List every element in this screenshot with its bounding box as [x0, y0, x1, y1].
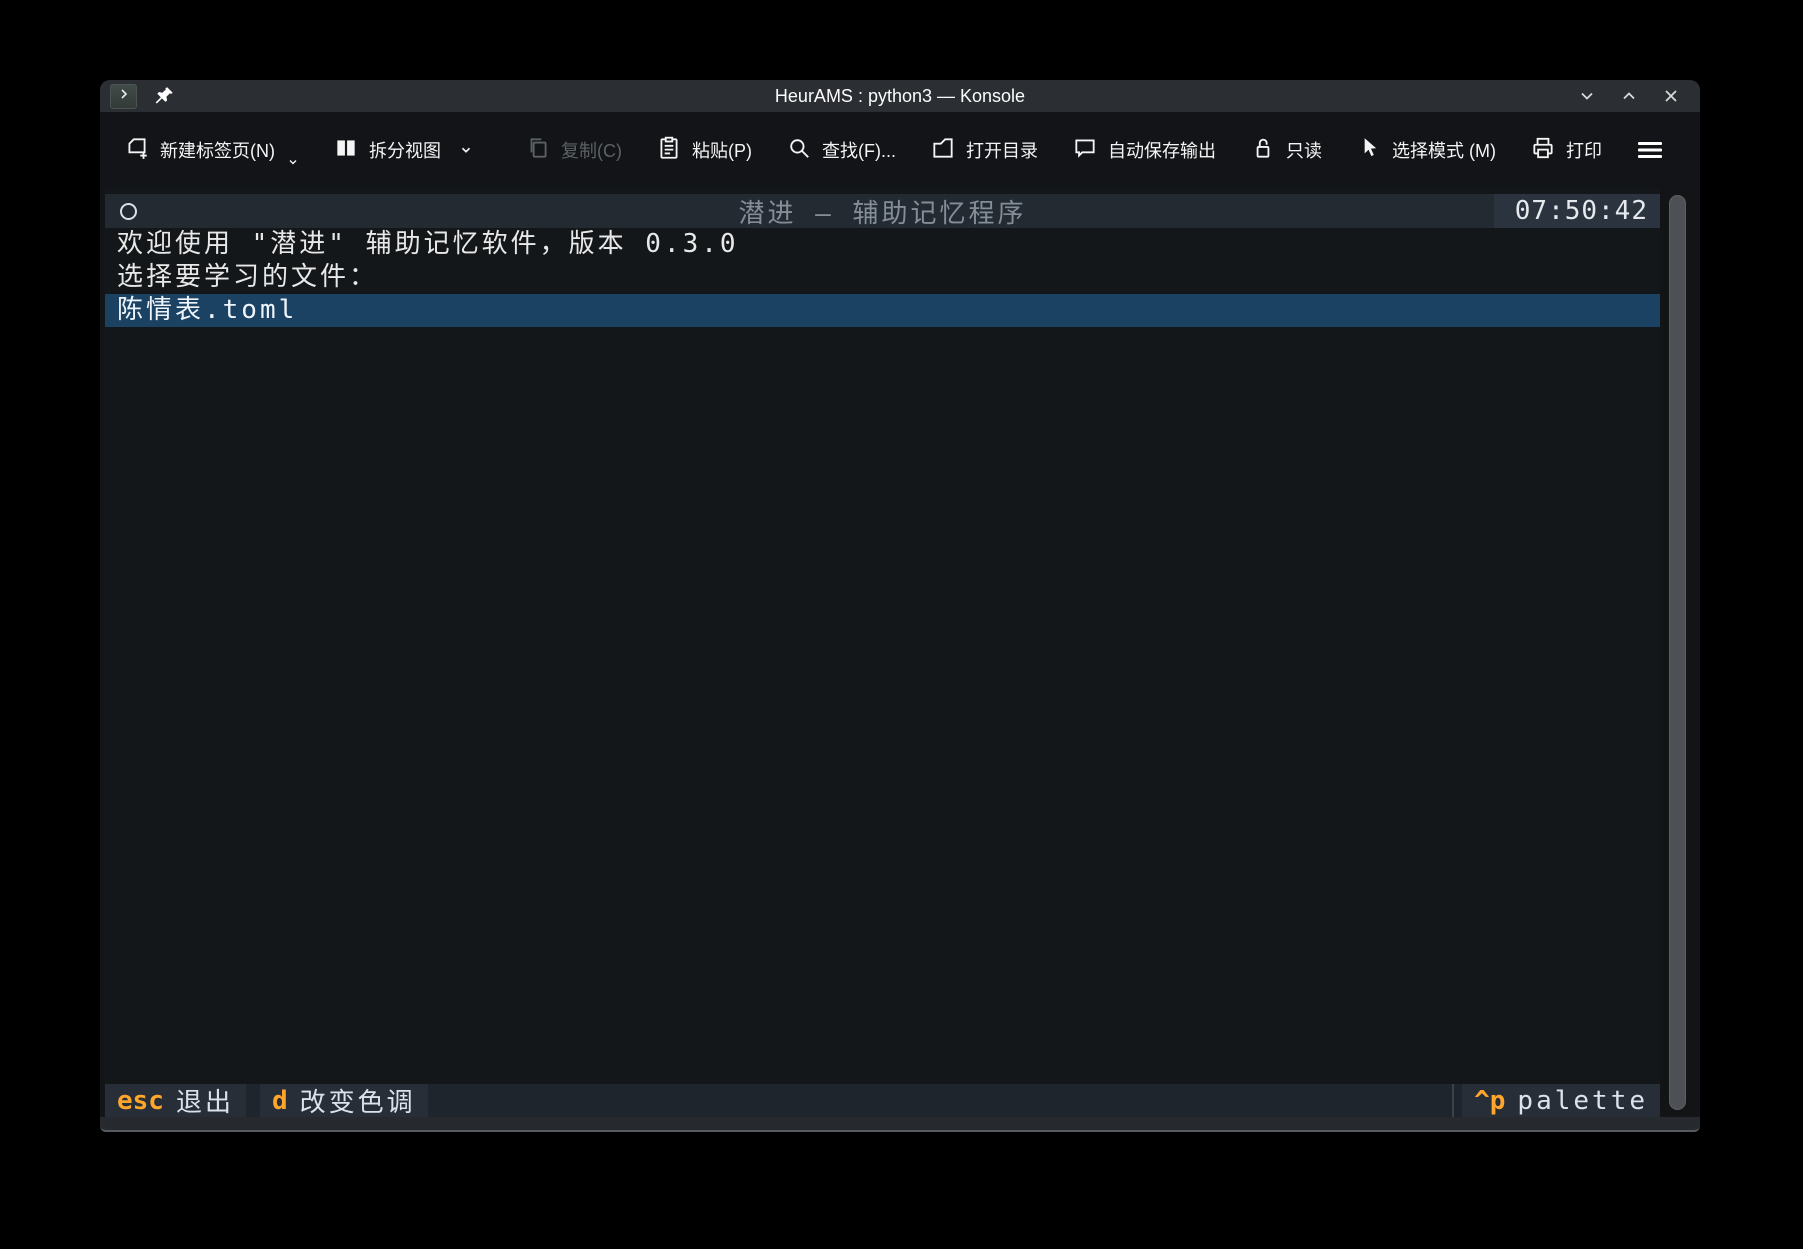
print-label: 打印 [1566, 137, 1602, 163]
autosave-output-label: 自动保存输出 [1108, 137, 1216, 163]
welcome-line: 欢迎使用 "潜进" 辅助记忆软件，版本 0.3.0 [105, 228, 1660, 261]
key-label: ^p [1474, 1086, 1505, 1116]
paste-button[interactable]: 粘贴(P) [656, 135, 752, 166]
tui-app: 潜进 – 辅助记忆程序 07:50:42 欢迎使用 "潜进" 辅助记忆软件，版本… [105, 188, 1660, 1117]
folder-icon [930, 135, 956, 166]
new-tab-label: 新建标签页(N) [160, 137, 275, 163]
cursor-icon [1356, 135, 1382, 166]
search-icon [786, 135, 812, 166]
chevron-right-icon [117, 87, 131, 106]
header-clock: 07:50:42 [1494, 194, 1660, 228]
find-label: 查找(F)... [822, 137, 896, 163]
action-label: 改变色调 [300, 1082, 416, 1119]
open-directory-label: 打开目录 [966, 137, 1038, 163]
paste-icon [656, 135, 682, 166]
window-title: HeurAMS : python3 — Konsole [100, 86, 1700, 107]
hamburger-menu-icon[interactable] [1636, 137, 1664, 163]
scrollbar-thumb[interactable] [1669, 195, 1686, 1110]
copy-button: 复制(C) [525, 135, 622, 166]
terminal-view: 潜进 – 辅助记忆程序 07:50:42 欢迎使用 "潜进" 辅助记忆软件，版本… [105, 188, 1695, 1117]
window-controls [1578, 87, 1680, 105]
key-label: d [272, 1086, 288, 1116]
split-view-icon [333, 135, 359, 166]
read-only-button[interactable]: 只读 [1250, 135, 1322, 166]
tui-header: 潜进 – 辅助记忆程序 07:50:42 [105, 194, 1660, 228]
key-label: esc [117, 1086, 164, 1116]
unlock-icon [1250, 135, 1276, 166]
content-lines: 欢迎使用 "潜进" 辅助记忆软件，版本 0.3.0 选择要学习的文件： 陈情表.… [105, 228, 1660, 327]
minimize-button[interactable] [1578, 87, 1596, 105]
find-button[interactable]: 查找(F)... [786, 135, 896, 166]
chevron-down-icon [287, 156, 299, 168]
autosave-output-button[interactable]: 自动保存输出 [1072, 135, 1216, 166]
footer-spacer [442, 1084, 1452, 1117]
maximize-button[interactable] [1620, 87, 1638, 105]
print-button[interactable]: 打印 [1530, 135, 1602, 166]
toolbar: 新建标签页(N) 拆分视图 复制(C) [100, 112, 1700, 188]
prompt-line: 选择要学习的文件： [105, 261, 1660, 294]
list-item-selected[interactable]: 陈情表.toml [105, 294, 1660, 327]
copy-label: 复制(C) [561, 137, 622, 163]
open-directory-button[interactable]: 打开目录 [930, 135, 1038, 166]
paste-label: 粘贴(P) [692, 137, 752, 163]
window-menu-button[interactable] [110, 84, 137, 109]
chevron-down-icon [459, 143, 473, 157]
footer-binding-theme[interactable]: d 改变色调 [260, 1084, 428, 1117]
footer-binding-palette[interactable]: ^p palette [1462, 1084, 1660, 1117]
close-button[interactable] [1662, 87, 1680, 105]
new-tab-button[interactable]: 新建标签页(N) [124, 135, 299, 166]
select-mode-label: 选择模式 (M) [1392, 137, 1496, 163]
tui-footer: esc 退出 d 改变色调 ^p palette [105, 1084, 1660, 1117]
action-label: 退出 [176, 1082, 234, 1119]
action-label: palette [1517, 1086, 1648, 1116]
new-tab-icon [124, 135, 150, 166]
read-only-label: 只读 [1286, 137, 1322, 163]
split-view-label: 拆分视图 [369, 137, 441, 163]
printer-icon [1530, 135, 1556, 166]
speech-bubble-icon [1072, 135, 1098, 166]
command-palette-icon[interactable] [120, 203, 137, 220]
app-title: 潜进 – 辅助记忆程序 [105, 193, 1660, 230]
footer-binding-quit[interactable]: esc 退出 [105, 1084, 246, 1117]
window-bottom-frame [100, 1117, 1700, 1132]
footer-divider [1452, 1084, 1454, 1117]
select-mode-button[interactable]: 选择模式 (M) [1356, 135, 1496, 166]
split-view-button[interactable]: 拆分视图 [333, 135, 473, 166]
konsole-window: HeurAMS : python3 — Konsole 新建标签页(N) [100, 80, 1700, 1132]
copy-icon [525, 135, 551, 166]
scrollbar-track[interactable] [1660, 188, 1695, 1117]
titlebar: HeurAMS : python3 — Konsole [100, 80, 1700, 112]
keep-above-pin-icon[interactable] [153, 85, 175, 107]
